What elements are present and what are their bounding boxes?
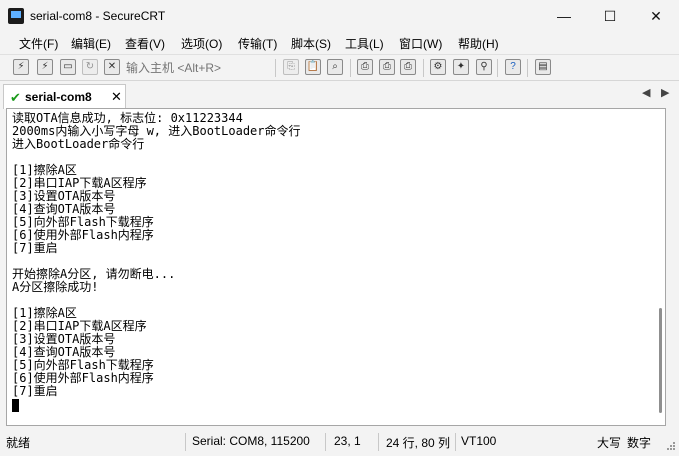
tab-close-icon[interactable]: ✕ xyxy=(111,89,122,105)
menu-options[interactable]: 选项(O) xyxy=(181,35,222,52)
securecrt-app-icon xyxy=(8,8,24,24)
terminal-view[interactable]: 读取OTA信息成功, 标志位: 0x11223344 2000ms内输入小写字母… xyxy=(6,108,666,426)
paste-icon[interactable]: 📋 xyxy=(305,59,321,75)
menu-file[interactable]: 文件(F) xyxy=(19,35,58,52)
status-separator xyxy=(378,433,379,451)
connect-icon[interactable]: ⚡ xyxy=(13,59,29,75)
terminal-line: A分区擦除成功! xyxy=(12,280,99,294)
terminal-line: [7]重启 xyxy=(12,241,58,255)
help-icon[interactable]: ? xyxy=(505,59,521,75)
window-title: serial-com8 - SecureCRT xyxy=(30,9,166,23)
reconnect-icon[interactable]: ↻ xyxy=(82,59,98,75)
toolbar-separator xyxy=(350,59,351,77)
tab-scroll-left-icon[interactable]: ◀ xyxy=(642,86,650,99)
status-bar: 就绪 Serial: COM8, 115200 23, 1 24 行, 80 列… xyxy=(0,429,679,456)
sftp-icon[interactable]: ▤ xyxy=(535,59,551,75)
find-icon[interactable]: ⌕ xyxy=(327,59,343,75)
menu-transfer[interactable]: 传输(T) xyxy=(238,35,277,52)
print-setup-icon[interactable]: ⎙ xyxy=(357,59,373,75)
scrollbar-thumb[interactable] xyxy=(659,308,662,413)
tab-scroll-right-icon[interactable]: ▶ xyxy=(661,86,669,99)
status-terminal-type: VT100 xyxy=(461,434,497,448)
menu-tools[interactable]: 工具(L) xyxy=(345,35,384,52)
status-ready: 就绪 xyxy=(6,436,31,450)
minimize-button[interactable]: — xyxy=(541,0,587,32)
print-icon[interactable]: ⎙ xyxy=(400,59,416,75)
copy-icon[interactable]: ⎘ xyxy=(283,59,299,75)
menu-window[interactable]: 窗口(W) xyxy=(399,35,442,52)
print-screen-icon[interactable]: ⎙ xyxy=(379,59,395,75)
session-tab-strip: ✔ serial-com8 ✕ xyxy=(0,80,679,109)
status-num-lock: 数字 xyxy=(627,436,652,450)
status-cursor-position: 23, 1 xyxy=(334,434,361,448)
disconnect-icon[interactable]: ✕ xyxy=(104,59,120,75)
status-terminal-size: 24 行, 80 列 xyxy=(386,436,451,450)
terminal-line: 进入BootLoader命令行 xyxy=(12,137,145,151)
close-window-button[interactable]: ✕ xyxy=(633,0,679,32)
toolbar-separator xyxy=(527,59,528,77)
quick-connect-input[interactable] xyxy=(124,59,274,77)
status-connection: Serial: COM8, 115200 xyxy=(192,434,310,448)
session-options-icon[interactable]: ⚙ xyxy=(430,59,446,75)
title-bar: serial-com8 - SecureCRT — ☐ ✕ xyxy=(0,0,679,32)
maximize-button[interactable]: ☐ xyxy=(587,0,633,32)
toolbar-separator xyxy=(275,59,276,77)
quick-connect-icon[interactable]: ⚡ xyxy=(37,59,53,75)
status-separator xyxy=(185,433,186,451)
tab-label: serial-com8 xyxy=(25,90,92,104)
tab-serial-com8[interactable]: ✔ serial-com8 ✕ xyxy=(3,84,126,109)
menu-view[interactable]: 查看(V) xyxy=(125,35,165,52)
menu-help[interactable]: 帮助(H) xyxy=(458,35,499,52)
menu-edit[interactable]: 编辑(E) xyxy=(71,35,111,52)
status-caps-lock: 大写 xyxy=(597,436,622,450)
keymap-icon[interactable]: ⚲ xyxy=(476,59,492,75)
toolbar: ⚡ ⚡ ▭ ↻ ✕ ⎘ 📋 ⌕ ⎙ ⎙ ⎙ ⚙ ✦ ⚲ ? ▤ xyxy=(0,54,679,81)
menu-bar: 文件(F) 编辑(E) 查看(V) 选项(O) 传输(T) 脚本(S) 工具(L… xyxy=(0,32,679,54)
toolbar-separator xyxy=(423,59,424,77)
terminal-scrollbar[interactable] xyxy=(655,108,666,426)
terminal-line: [7]重启 xyxy=(12,384,58,398)
global-options-icon[interactable]: ✦ xyxy=(453,59,469,75)
toolbar-separator xyxy=(497,59,498,77)
resize-grip-icon[interactable] xyxy=(664,441,676,453)
terminal-cursor xyxy=(12,399,19,412)
menu-script[interactable]: 脚本(S) xyxy=(291,35,331,52)
status-separator xyxy=(455,433,456,451)
connected-check-icon: ✔ xyxy=(10,90,21,105)
status-separator xyxy=(325,433,326,451)
connect-tab-icon[interactable]: ▭ xyxy=(60,59,76,75)
